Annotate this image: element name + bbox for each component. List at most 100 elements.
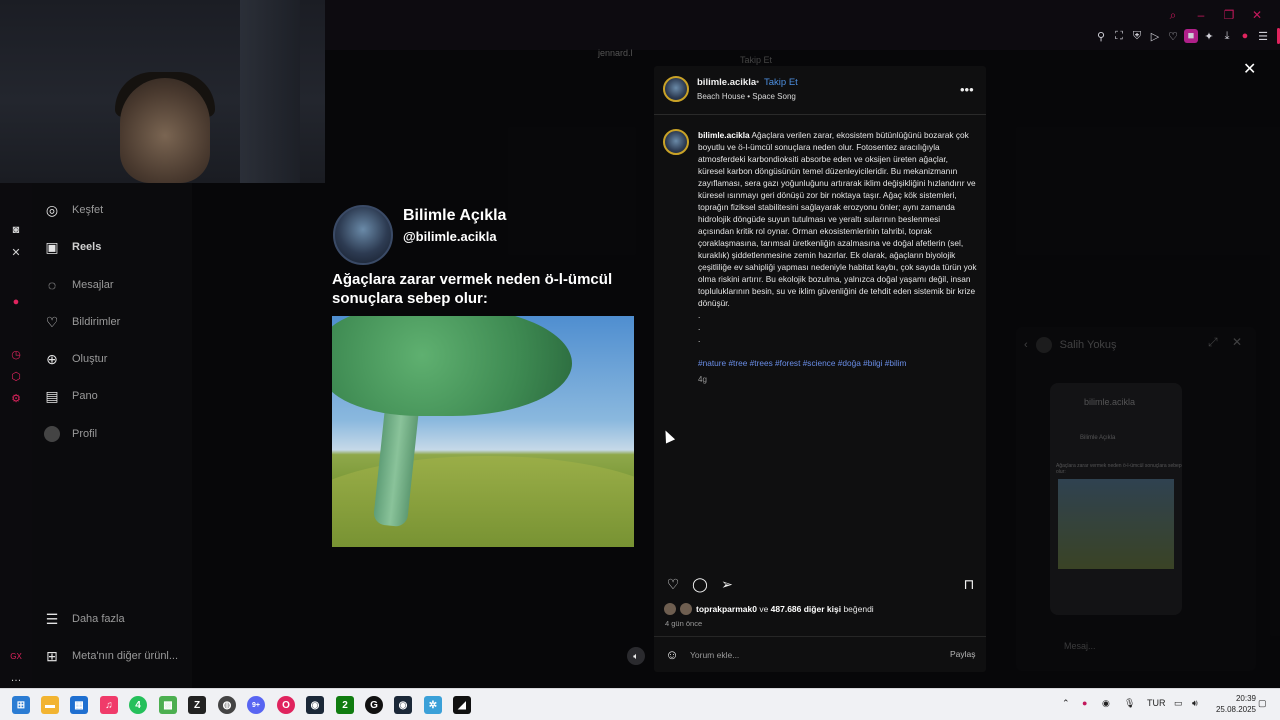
opera-gx-icon[interactable]: O xyxy=(277,696,295,714)
share-button[interactable]: Paylaş xyxy=(950,649,976,659)
settings-app-icon[interactable]: ✲ xyxy=(424,696,442,714)
chat-contact-name[interactable]: Salih Yokuş xyxy=(1060,339,1117,351)
nav-item-dashboard[interactable]: ▤ Pano xyxy=(44,385,98,407)
discord-icon[interactable]: 9+ xyxy=(247,696,265,714)
file-explorer-icon[interactable]: ▬ xyxy=(41,696,59,714)
caption-avatar[interactable] xyxy=(663,129,689,155)
shield-icon[interactable]: ⛨ xyxy=(1130,29,1144,43)
window-controls: ⌕ – ❐ ✕ xyxy=(1166,8,1264,23)
x-icon[interactable]: ✕ xyxy=(9,245,23,259)
chat-widget[interactable]: ‹ Salih Yokuş ⤢ ✕ bilimle.acikla Bilimle… xyxy=(1016,327,1256,671)
back-icon[interactable]: ‹ xyxy=(1024,339,1028,351)
emoji-icon[interactable]: ☺ xyxy=(664,646,680,662)
volume-icon[interactable]: 🔊︎ xyxy=(1192,698,1198,709)
divider xyxy=(654,114,986,115)
expand-icon[interactable]: ⤢ xyxy=(1208,335,1218,350)
steam-alt2-icon[interactable]: ◉ xyxy=(394,696,412,714)
profile-icon[interactable]: ● xyxy=(1238,29,1252,43)
network-icon[interactable]: ▭ xyxy=(1174,698,1183,709)
nav-label: Bildirimler xyxy=(72,316,121,328)
gx-icon[interactable]: GX xyxy=(9,649,23,663)
message-input[interactable]: Mesaj... xyxy=(1064,641,1096,651)
nav-label: Meta'nın diğer ürünl... xyxy=(72,650,179,662)
nav-label: Pano xyxy=(72,390,98,402)
extension-icon[interactable]: ■ xyxy=(1184,29,1198,43)
whatsapp-icon[interactable]: 4 xyxy=(129,696,147,714)
store-icon[interactable]: ▦ xyxy=(70,696,88,714)
screenshot-icon[interactable]: ⛶ xyxy=(1112,29,1126,43)
post-hashtags[interactable]: #nature #tree #trees #forest #science #d… xyxy=(698,358,906,368)
post-username[interactable]: bilimle.acikla xyxy=(697,77,756,88)
pin-icon[interactable]: ⚲ xyxy=(1094,29,1108,43)
reel-video[interactable]: Bilimle Açıkla @bilimle.acikla Ağaçlara … xyxy=(325,195,640,555)
nav-item-profile[interactable]: Profil xyxy=(44,423,97,445)
epic-icon[interactable]: G xyxy=(365,696,383,714)
steam-alt-icon[interactable]: ◍ xyxy=(218,696,236,714)
xbox-icon[interactable]: 2 xyxy=(336,696,354,714)
card-image xyxy=(1058,479,1174,569)
bookmark-icon[interactable]: ⊓ xyxy=(960,575,978,593)
more-icon[interactable]: … xyxy=(9,671,23,685)
clock[interactable]: 20:39 25.08.2025 xyxy=(1212,693,1256,715)
shared-post-card[interactable]: bilimle.acikla Bilimle Açıkla Ağaçlara z… xyxy=(1050,383,1182,615)
steam-icon[interactable]: ◉ xyxy=(306,696,324,714)
nav-item-more[interactable]: ☰ Daha fazla xyxy=(44,608,125,630)
puzzle-icon[interactable]: ✦ xyxy=(1202,29,1216,43)
like-icon[interactable]: ♡ xyxy=(664,575,682,593)
settings-icon[interactable]: ⚙ xyxy=(9,391,23,405)
game-launcher-icon[interactable]: Z xyxy=(188,696,206,714)
language-indicator[interactable]: TUR xyxy=(1147,698,1166,708)
play-icon[interactable]: ▷ xyxy=(1148,29,1162,43)
close-icon[interactable]: ✕ xyxy=(1243,59,1256,79)
cube-icon[interactable]: ⬡ xyxy=(9,369,23,383)
menu-icon[interactable]: ☰ xyxy=(1256,29,1270,43)
more-options-icon[interactable]: ••• xyxy=(960,82,974,97)
heart-icon: ♡ xyxy=(45,313,59,330)
twitch-icon[interactable]: ◙ xyxy=(9,223,23,237)
post-song[interactable]: Beach House • Space Song xyxy=(697,92,796,101)
minimize-icon[interactable]: – xyxy=(1194,8,1208,22)
menu-icon: ☰ xyxy=(45,610,59,627)
game-app-icon[interactable]: ◢ xyxy=(453,696,471,714)
close-chat-icon[interactable]: ✕ xyxy=(1232,335,1242,349)
microphone-icon[interactable]: 🎙︎ xyxy=(1124,698,1135,709)
restore-icon[interactable]: ❐ xyxy=(1222,8,1236,22)
download-icon[interactable]: ⤓ xyxy=(1220,29,1234,43)
comment-input[interactable] xyxy=(690,648,890,662)
explore-icon: ◎ xyxy=(45,201,59,218)
close-window-icon[interactable]: ✕ xyxy=(1250,8,1264,22)
music-icon[interactable]: ♫ xyxy=(100,696,118,714)
clock-date: 25.08.2025 xyxy=(1215,705,1256,714)
background-follow: Takip Et xyxy=(740,55,773,65)
tray-steam-icon[interactable]: ◉ xyxy=(1102,698,1110,709)
notification-icon[interactable]: ▢ xyxy=(1258,698,1267,709)
windows-start-icon[interactable]: ⊞ xyxy=(12,696,30,714)
follow-button[interactable]: Takip Et xyxy=(764,77,798,88)
chevron-up-icon[interactable]: ⌃ xyxy=(1062,698,1070,709)
instagram-nav: ◎ Keşfet ▣ Reels ◌ Mesajlar ♡ Bildirimle… xyxy=(32,183,192,688)
nav-item-messages[interactable]: ◌ Mesajlar xyxy=(44,274,114,296)
minecraft-icon[interactable]: ▩ xyxy=(159,696,177,714)
nav-item-explore[interactable]: ◎ Keşfet xyxy=(44,199,103,221)
caption-username[interactable]: bilimle.acikla xyxy=(698,130,750,140)
nav-item-reels[interactable]: ▣ Reels xyxy=(44,236,101,258)
search-icon[interactable]: ⌕ xyxy=(1166,8,1180,22)
nav-item-meta[interactable]: ⊞ Meta'nın diğer ürünl... xyxy=(44,645,178,667)
reels-icon: ▣ xyxy=(45,238,59,255)
likes-count[interactable]: 487.686 diğer kişi xyxy=(771,604,841,614)
share-icon[interactable]: ➢ xyxy=(718,575,736,593)
comment-icon[interactable]: ◯ xyxy=(691,575,709,593)
mute-button[interactable]: 🔈︎ xyxy=(627,647,645,665)
nav-item-create[interactable]: ⊕ Oluştur xyxy=(44,348,107,370)
liker-username[interactable]: toprakparmak0 xyxy=(696,604,757,614)
caption-text: Ağaçlara verilen zarar, ekosistem bütünl… xyxy=(698,130,977,344)
instagram-icon[interactable]: ● xyxy=(9,295,23,309)
post-avatar[interactable] xyxy=(663,76,689,102)
tray-app-icon[interactable]: ● xyxy=(1082,698,1087,708)
history-icon[interactable]: ◷ xyxy=(9,347,23,361)
nav-item-notifications[interactable]: ♡ Bildirimler xyxy=(44,311,121,333)
heart-icon[interactable]: ♡ xyxy=(1166,29,1180,43)
likes-summary: toprakparmak0 ve 487.686 diğer kişi beğe… xyxy=(664,603,874,615)
extension-bar: ⚲ ⛶ ⛨ ▷ ♡ ■ ✦ ⤓ ● ☰ xyxy=(1094,29,1270,43)
reel-title: Ağaçlara zarar vermek neden ö-l-ümcül so… xyxy=(332,271,613,307)
